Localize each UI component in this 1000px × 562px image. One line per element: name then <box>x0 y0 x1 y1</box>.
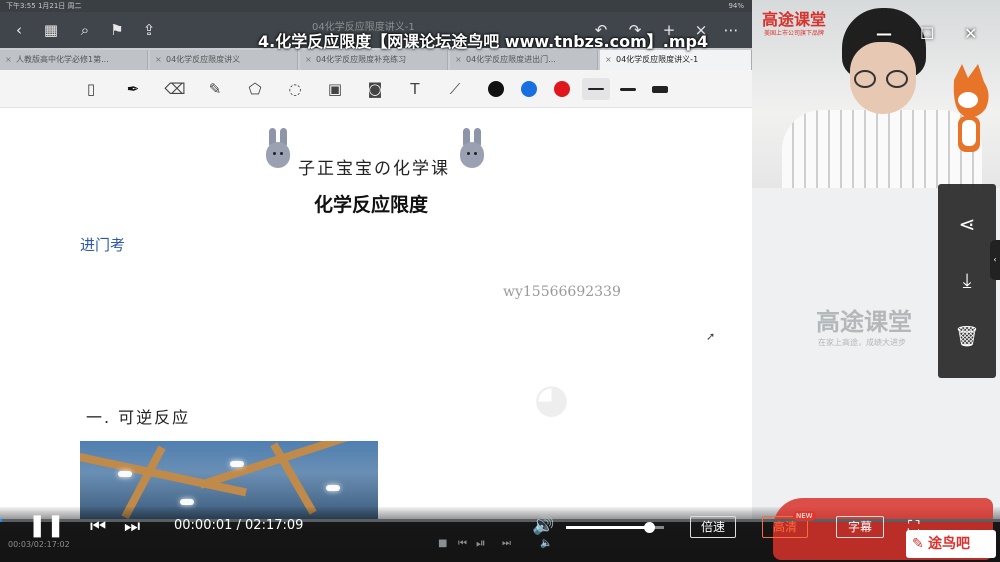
close-icon[interactable]: × <box>155 50 162 70</box>
cursor-icon: ➚ <box>706 330 716 343</box>
grid-icon[interactable]: ▦ <box>40 19 62 41</box>
webcam-brand-sub: 美国上市公司旗下品牌 <box>764 30 825 37</box>
progress-fill <box>0 519 2 522</box>
entry-quiz-label: 进门考 <box>80 236 126 254</box>
next-button[interactable]: ⏭ <box>124 516 140 538</box>
close-icon[interactable]: ✕ <box>964 24 977 43</box>
color-red-swatch[interactable] <box>554 81 570 97</box>
tab-label: 04化学反应限度讲义-1 <box>616 55 699 64</box>
bookmark-icon[interactable]: ⚑ <box>106 19 128 41</box>
mini-time: 00:03/02:17:02 <box>8 540 70 549</box>
subtitle-button[interactable]: 字幕 <box>836 516 884 538</box>
highlighter-icon[interactable]: ✎ <box>204 78 226 100</box>
player-window: 下午3:55 1月21日 周二 94% ‹ ▦ ⌕ ⚑ ⇪ 04化学反应限度讲义… <box>0 0 1000 562</box>
webcam-view: 高途课堂 美国上市公司旗下品牌 — ☐ ✕ <box>752 0 1000 188</box>
tab-label: 人教版高中化学必修1第... <box>16 55 109 64</box>
tab-doc-5[interactable]: × 04化学反应限度讲义-1 <box>600 50 752 70</box>
new-badge: NEW <box>793 511 816 521</box>
volume-fill <box>566 526 650 529</box>
close-icon[interactable]: × <box>455 50 462 70</box>
faint-logo-mark: ◕ <box>534 376 569 422</box>
section-heading: 一. 可逆反应 <box>86 408 191 427</box>
time-display: 00:00:01 / 02:17:09 <box>174 518 304 533</box>
mini-prev-icon[interactable]: ⏮ <box>458 538 467 549</box>
collapse-panel-handle[interactable]: ‹ <box>990 240 1000 280</box>
status-time: 下午3:55 1月21日 周二 <box>6 2 82 10</box>
tab-label: 04化学反应限度讲义 <box>166 55 241 64</box>
mini-next-icon[interactable]: ⏭ <box>502 538 511 549</box>
search-icon[interactable]: ⌕ <box>74 19 96 41</box>
share-doc-icon[interactable]: ⇪ <box>138 19 160 41</box>
delete-icon[interactable]: 🗑 <box>953 322 981 350</box>
quick-action-panel: ⋖ ⤓ 🗑 <box>938 184 996 378</box>
pages-icon[interactable]: ▯ <box>80 78 102 100</box>
share-icon[interactable]: ⋖ <box>953 210 981 238</box>
mini-volume-icon[interactable]: 🔈 <box>540 538 552 549</box>
text-icon[interactable]: T <box>404 78 426 100</box>
document-title: 化学反应限度 <box>314 194 429 216</box>
previous-button[interactable]: ⏮ <box>90 516 106 538</box>
glasses-icon <box>886 70 908 88</box>
pen-icon[interactable]: ✒ <box>122 78 144 100</box>
speed-button[interactable]: 倍速 <box>690 516 736 538</box>
minimize-icon[interactable]: — <box>876 24 892 43</box>
tab-label: 04化学反应限度补充练习 <box>316 55 407 64</box>
download-icon[interactable]: ⤓ <box>953 266 981 294</box>
camera-icon[interactable]: ◙ <box>364 78 386 100</box>
volume-icon[interactable]: 🔊 <box>532 515 554 537</box>
status-bar: 下午3:55 1月21日 周二 94% <box>0 0 752 12</box>
stroke-thin-button[interactable] <box>582 78 610 100</box>
stroke-medium-button[interactable] <box>614 78 642 100</box>
tab-doc-3[interactable]: × 04化学反应限度补充练习 <box>300 50 448 70</box>
ruler-icon[interactable]: ⟋ <box>444 78 466 100</box>
close-icon[interactable]: × <box>5 50 12 70</box>
eraser-icon[interactable]: ⌫ <box>164 78 186 100</box>
tab-doc-4[interactable]: × 04化学反应限度进出门... <box>450 50 598 70</box>
corner-logo: 途鸟吧 <box>906 530 996 558</box>
close-icon[interactable]: × <box>305 50 312 70</box>
webcam-brand: 高途课堂 <box>762 10 827 29</box>
user-watermark: wy15566692339 <box>503 284 621 300</box>
glasses-icon <box>854 70 876 88</box>
bunny-icon <box>460 128 484 170</box>
color-black-swatch[interactable] <box>488 81 504 97</box>
maximize-icon[interactable]: ☐ <box>920 24 934 43</box>
mini-play-icon[interactable]: ⏯ <box>476 536 486 551</box>
side-logo: 高途课堂 <box>816 308 912 336</box>
annotation-toolbar: ▯ ✒ ⌫ ✎ ⬠ ◌ ▣ ◙ T ⟋ <box>0 70 752 108</box>
close-icon[interactable]: × <box>605 50 612 70</box>
lasso-icon[interactable]: ◌ <box>284 78 306 100</box>
course-name: 子正宝宝の化学课 <box>298 159 450 179</box>
bunny-icon <box>266 128 290 170</box>
tab-doc-1[interactable]: × 人教版高中化学必修1第... <box>0 50 148 70</box>
color-blue-swatch[interactable] <box>521 81 537 97</box>
document-view: 下午3:55 1月21日 周二 94% ‹ ▦ ⌕ ⚑ ⇪ 04化学反应限度讲义… <box>0 0 752 520</box>
tab-doc-2[interactable]: × 04化学反应限度讲义 <box>150 50 298 70</box>
stroke-thick-button[interactable] <box>646 78 674 100</box>
battery-level: 94% <box>728 2 744 10</box>
pause-button[interactable]: ❚❚ <box>28 515 65 537</box>
tab-label: 04化学反应限度进出门... <box>466 55 556 64</box>
more-icon[interactable]: ⋯ <box>720 19 742 41</box>
document-page: 子正宝宝の化学课 化学反应限度 进门考 wy15566692339 ➚ ◕ 一.… <box>0 108 752 520</box>
image-icon[interactable]: ▣ <box>324 78 346 100</box>
volume-slider[interactable] <box>566 522 664 533</box>
video-title: 4.化学反应限度【网课论坛途鸟吧 www.tnbzs.com】.mp4 <box>258 32 709 51</box>
mini-stop-icon[interactable]: ■ <box>438 538 447 549</box>
fox-mascot-icon <box>953 64 989 152</box>
shape-icon[interactable]: ⬠ <box>244 78 266 100</box>
back-icon[interactable]: ‹ <box>8 19 30 41</box>
side-logo-slogan: 在家上高途，成绩大进步 <box>818 338 906 347</box>
